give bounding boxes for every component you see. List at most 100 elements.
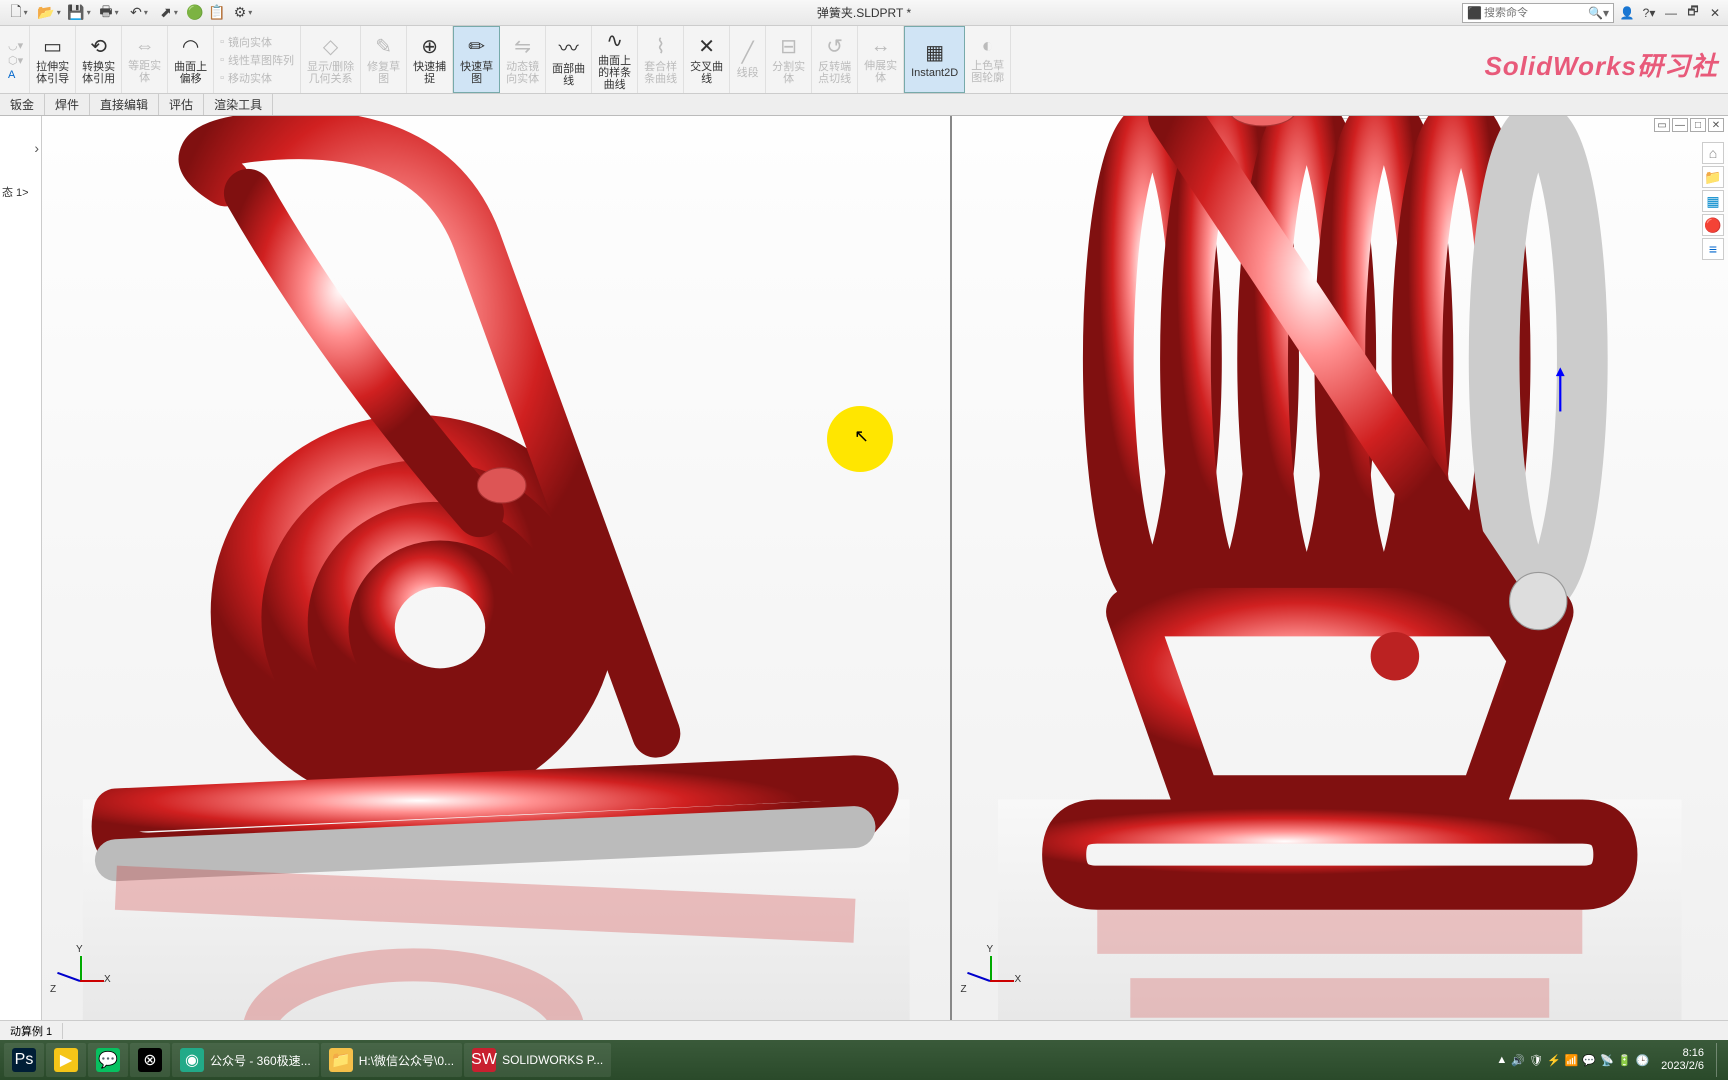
- tab-2[interactable]: 直接编辑: [90, 94, 159, 115]
- tab-4[interactable]: 渲染工具: [204, 94, 273, 115]
- partial-icon: 〰: [559, 32, 579, 61]
- command-search[interactable]: ⬛ 🔍▾: [1462, 3, 1614, 23]
- ribbon-mirror-group[interactable]: ▫镜向实体▫线性草图阵列▫移动实体: [214, 26, 301, 93]
- taskbar-explorer-icon: 📁: [329, 1048, 353, 1072]
- tray-icon-1[interactable]: 🔊: [1511, 1054, 1525, 1067]
- vtool-icon-3[interactable]: 🔴: [1702, 214, 1724, 236]
- ribbon-shade: ◐上色草 图轮廓: [965, 26, 1011, 93]
- windows-taskbar: Ps ▶ 💬 ⊗ ◉公众号 - 360极速...📁H:\微信公众号\0...SWSOLI…: [0, 1040, 1728, 1080]
- main-area: › 态 1>: [0, 116, 1728, 1020]
- feature-tree-sidebar[interactable]: › 态 1>: [0, 116, 42, 1020]
- quicksketch-icon: ✏: [468, 34, 485, 59]
- ribbon-reverse: ↺反转端 点切线: [812, 26, 858, 93]
- ribbon-sketch-tools[interactable]: ◡▾ ⬡▾ A: [2, 26, 30, 93]
- taskbar-potplayer-icon: ▶: [54, 1048, 78, 1072]
- ribbon-quicksketch[interactable]: ✏快速草 图: [453, 26, 500, 93]
- taskbar-potplayer[interactable]: ▶: [46, 1043, 86, 1077]
- tray-icon-8[interactable]: 🕒: [1635, 1054, 1649, 1067]
- triad-left: Y X Z: [56, 956, 106, 1006]
- display-icon: ◇: [323, 34, 338, 59]
- save-icon[interactable]: 💾: [64, 2, 94, 24]
- surface-icon: ◠: [182, 34, 199, 59]
- extrude-icon: ▭: [43, 34, 62, 59]
- taskbar-opera[interactable]: ⊗: [130, 1043, 170, 1077]
- select-icon[interactable]: ⬈: [154, 2, 184, 24]
- rebuild-icon[interactable]: 🟢: [184, 2, 206, 24]
- extend-label: 伸展实 体: [864, 60, 897, 84]
- search-go-icon[interactable]: 🔍▾: [1588, 6, 1609, 20]
- vtool-icon-1[interactable]: 📁: [1702, 166, 1724, 188]
- open-file-icon[interactable]: 📂: [34, 2, 64, 24]
- taskbar-wechat[interactable]: 💬: [88, 1043, 128, 1077]
- taskbar-opera-icon: ⊗: [138, 1048, 162, 1072]
- ribbon-partial[interactable]: 〰面部曲 线: [546, 26, 592, 93]
- spring-clip-model-right: [952, 116, 1728, 1020]
- ribbon-surface[interactable]: ◠曲面上 偏移: [168, 26, 214, 93]
- taskbar-sw[interactable]: SWSOLIDWORKS P...: [464, 1043, 611, 1077]
- tray-icon-4[interactable]: 📶: [1565, 1054, 1579, 1067]
- spring-clip-model-left: [42, 116, 950, 1020]
- show-desktop-button[interactable]: [1716, 1043, 1724, 1077]
- taskbar-360[interactable]: ◉公众号 - 360极速...: [172, 1043, 319, 1077]
- print-icon[interactable]: 🖶: [94, 2, 124, 24]
- tray-icon-5[interactable]: 💬: [1582, 1054, 1596, 1067]
- ribbon-extend: ↔伸展实 体: [858, 26, 904, 93]
- split-label: 分割实 体: [772, 61, 805, 85]
- ribbon-extrude[interactable]: ▭拉伸实 体引导: [30, 26, 76, 93]
- new-file-icon[interactable]: 🗋: [4, 2, 34, 24]
- search-icon: ⬛: [1467, 6, 1482, 20]
- tray-icon-7[interactable]: 🔋: [1618, 1054, 1632, 1067]
- vtool-icon-4[interactable]: ≡: [1702, 238, 1724, 260]
- tray-icon-0[interactable]: ▲: [1496, 1054, 1507, 1067]
- taskbar-sw-icon: SW: [472, 1048, 496, 1072]
- right-vertical-toolbar: ⌂📁▦🔴≡: [1702, 142, 1724, 260]
- search-input[interactable]: [1484, 7, 1584, 19]
- instant2d-label: Instant2D: [911, 67, 958, 79]
- reverse-label: 反转端 点切线: [818, 61, 851, 85]
- taskbar-wechat-icon: 💬: [96, 1048, 120, 1072]
- tree-item[interactable]: 态 1>: [2, 184, 29, 200]
- minimize-button[interactable]: —: [1662, 4, 1680, 22]
- spline-label: 曲面上 的样条 曲线: [598, 55, 631, 91]
- viewport-left[interactable]: Y X Z: [42, 116, 952, 1020]
- dynmirror-icon: ⇋: [514, 34, 531, 59]
- vtool-icon-2[interactable]: ▦: [1702, 190, 1724, 212]
- user-icon[interactable]: 👤: [1618, 4, 1636, 22]
- ribbon-intersect[interactable]: ✕交叉曲 线: [684, 26, 730, 93]
- split-icon: ⊟: [780, 34, 797, 59]
- triad-right: Y X Z: [966, 956, 1016, 1006]
- options-icon[interactable]: 📋: [206, 2, 228, 24]
- tab-1[interactable]: 焊件: [45, 94, 90, 115]
- extrude-label: 拉伸实 体引导: [36, 61, 69, 85]
- document-title: 弹簧夹.SLDPRT *: [817, 4, 911, 21]
- spline-icon: ∿: [606, 28, 623, 53]
- close-button[interactable]: ✕: [1706, 4, 1724, 22]
- shade-label: 上色草 图轮廓: [971, 60, 1004, 84]
- tray-icon-3[interactable]: ⚡: [1547, 1054, 1561, 1067]
- undo-icon[interactable]: ↶: [124, 2, 154, 24]
- surface-label: 曲面上 偏移: [174, 61, 207, 85]
- viewport-right[interactable]: ⚲🔍⊞◧◈◉⬢⬡▦◐⊡ ▭ — □ ✕: [952, 116, 1728, 1020]
- watermark-logo: SolidWorks研习社: [1484, 46, 1718, 83]
- expand-tree-icon[interactable]: ›: [34, 140, 39, 156]
- tab-3[interactable]: 评估: [159, 94, 204, 115]
- ribbon-instant2d[interactable]: ▦Instant2D: [904, 26, 965, 93]
- taskbar-clock[interactable]: 8:16 2023/2/6: [1655, 1047, 1710, 1073]
- ribbon-snap[interactable]: ⊕快速捕 捉: [407, 26, 453, 93]
- taskbar-explorer[interactable]: 📁H:\微信公众号\0...: [321, 1043, 462, 1077]
- settings-icon[interactable]: ⚙: [228, 2, 258, 24]
- vtool-icon-0[interactable]: ⌂: [1702, 142, 1724, 164]
- tray-icon-6[interactable]: 📡: [1600, 1054, 1614, 1067]
- maximize-button[interactable]: 🗗: [1684, 4, 1702, 22]
- taskbar-ps[interactable]: Ps: [4, 1043, 44, 1077]
- ribbon-spline[interactable]: ∿曲面上 的样条 曲线: [592, 26, 638, 93]
- motion-study-tab[interactable]: 动算例 1: [0, 1023, 63, 1039]
- help-icon[interactable]: ?▾: [1640, 4, 1658, 22]
- ribbon-convert[interactable]: ⟲转换实 体引用: [76, 26, 122, 93]
- tab-0[interactable]: 钣金: [0, 94, 45, 115]
- repair-label: 修复草 图: [367, 61, 400, 85]
- ribbon-display: ◇显示/删除 几何关系: [301, 26, 361, 93]
- fit-label: 套合样 条曲线: [644, 61, 677, 85]
- shade-icon: ◐: [982, 35, 994, 58]
- tray-icon-2[interactable]: 🛡: [1529, 1054, 1543, 1067]
